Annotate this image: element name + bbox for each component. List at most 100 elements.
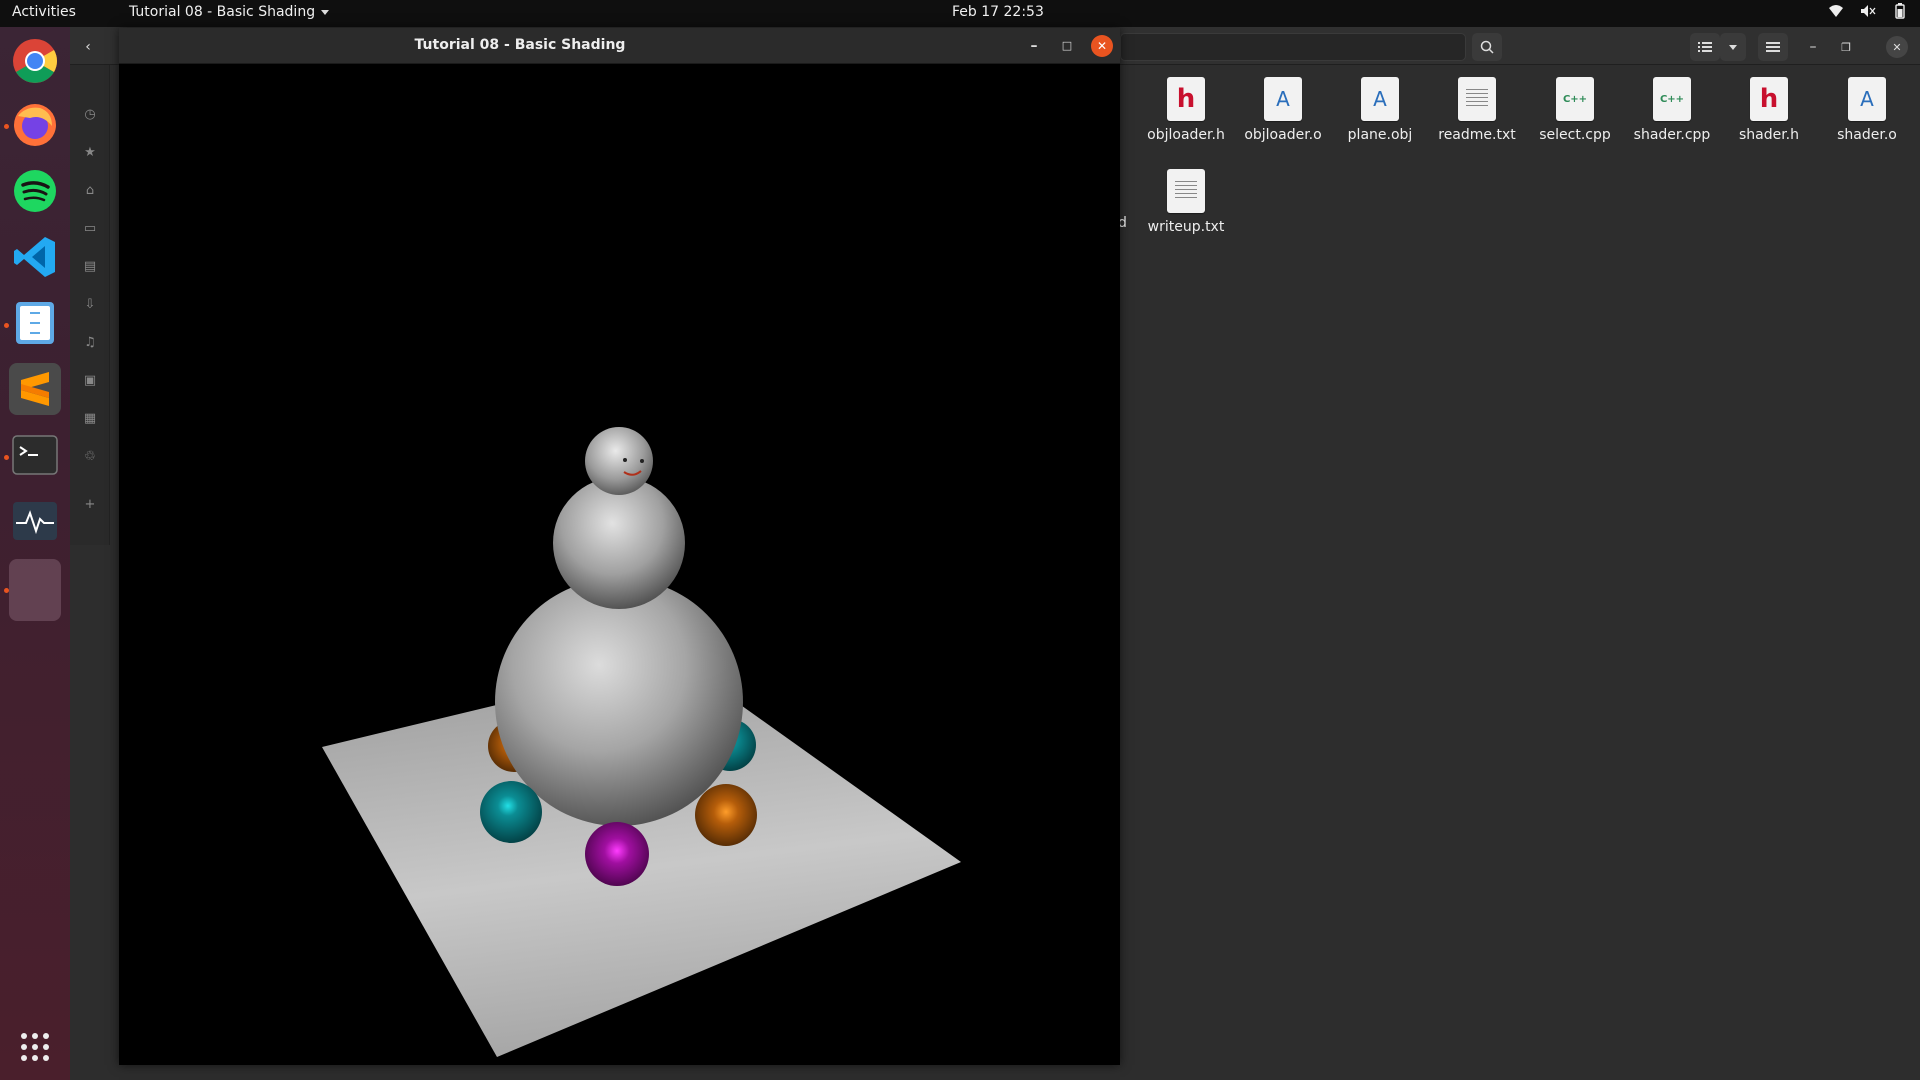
file-name: objloader.h	[1147, 127, 1225, 143]
recent-icon[interactable]: ◷	[82, 107, 98, 123]
menu-button[interactable]	[1758, 33, 1788, 61]
path-bar[interactable]	[1120, 33, 1466, 61]
sublime-text-launcher[interactable]	[9, 363, 61, 415]
orange-sphere	[695, 784, 757, 846]
maximize-button[interactable]: ❐	[1836, 33, 1856, 61]
file-name: objloader.o	[1244, 127, 1322, 143]
terminal-launcher[interactable]	[9, 429, 61, 481]
file-item[interactable]: readme.txt	[1431, 77, 1523, 143]
close-button[interactable]: ✕	[1886, 36, 1908, 58]
file-name: shader.h	[1738, 127, 1800, 143]
add-location-icon[interactable]: +	[82, 497, 98, 513]
maximize-icon: □	[1061, 39, 1073, 52]
gl-window: Tutorial 08 - Basic Shading – □ ✕	[119, 28, 1120, 1065]
close-icon: ✕	[1892, 40, 1902, 54]
chevron-down-icon	[1729, 44, 1737, 50]
battery-icon	[1895, 3, 1905, 19]
minimize-button[interactable]: –	[1024, 36, 1044, 56]
downloads-icon[interactable]: ⇩	[82, 297, 98, 313]
view-list-button[interactable]	[1690, 33, 1720, 61]
restore-icon: ❐	[1841, 40, 1851, 54]
cpp-file-icon: C++	[1556, 77, 1594, 121]
maximize-button[interactable]: □	[1057, 36, 1077, 56]
chrome-launcher[interactable]	[9, 35, 61, 87]
document-file-icon: A	[1264, 77, 1302, 121]
file-name: shader.cpp	[1633, 127, 1711, 143]
document-file-icon: A	[1361, 77, 1399, 121]
file-name: select.cpp	[1539, 127, 1611, 143]
spotify-launcher[interactable]	[9, 165, 61, 217]
files-launcher[interactable]	[9, 297, 61, 349]
chevron-left-icon: ‹	[85, 39, 91, 55]
file-item[interactable]: A plane.obj	[1334, 77, 1426, 143]
app-menu-label: Tutorial 08 - Basic Shading	[129, 4, 316, 20]
sublime-text-icon	[21, 372, 49, 406]
spotify-icon	[14, 170, 56, 212]
file-name: writeup.txt	[1147, 219, 1225, 235]
dock	[0, 27, 70, 1080]
snowman-eye	[640, 459, 644, 463]
system-monitor-icon	[13, 502, 57, 540]
wifi-icon	[1829, 5, 1843, 17]
snowman-torso	[553, 477, 685, 609]
snowman-eye	[623, 458, 627, 462]
home-icon[interactable]: ⌂	[82, 183, 98, 199]
close-icon: ✕	[1096, 39, 1108, 53]
purple-sphere	[585, 822, 649, 886]
activities-button[interactable]: Activities	[12, 4, 76, 20]
files-icon	[16, 302, 54, 344]
search-button[interactable]	[1472, 33, 1502, 61]
cpp-file-icon: C++	[1653, 77, 1691, 121]
file-item[interactable]: h shader.h	[1723, 77, 1815, 143]
system-tray[interactable]	[1828, 3, 1908, 19]
file-item[interactable]: writeup.txt	[1140, 169, 1232, 235]
pictures-icon[interactable]: ▣	[82, 373, 98, 389]
videos-icon[interactable]: ▦	[82, 411, 98, 427]
minimize-button[interactable]: –	[1803, 33, 1823, 61]
view-options-button[interactable]	[1720, 33, 1746, 61]
file-name: shader.o	[1837, 127, 1897, 143]
text-file-icon	[1458, 77, 1496, 121]
list-view-icon	[1698, 42, 1712, 52]
clock[interactable]: Feb 17 22:53	[952, 4, 1044, 20]
show-applications-button[interactable]	[9, 1022, 61, 1072]
document-file-icon: A	[1848, 77, 1886, 121]
system-monitor-launcher[interactable]	[9, 495, 61, 547]
chrome-icon	[13, 39, 57, 83]
running-app-launcher[interactable]	[9, 559, 61, 621]
back-button[interactable]: ‹	[74, 33, 102, 61]
starred-icon[interactable]: ★	[82, 145, 98, 161]
text-file-icon	[1167, 169, 1205, 213]
music-icon[interactable]: ♫	[82, 335, 98, 351]
render-viewport[interactable]	[119, 64, 1120, 1065]
file-manager-sidebar: ◷ ★ ⌂ ▭ ▤ ⇩ ♫ ▣ ▦ ♲ +	[70, 65, 110, 545]
desktop-icon[interactable]: ▭	[82, 221, 98, 237]
chevron-down-icon	[321, 9, 330, 15]
terminal-icon	[12, 435, 58, 475]
teal-sphere	[480, 781, 542, 843]
close-button[interactable]: ✕	[1091, 35, 1113, 57]
file-name: plane.obj	[1347, 127, 1413, 143]
header-file-icon: h	[1167, 77, 1205, 121]
file-item[interactable]: h objloader.h	[1140, 77, 1232, 143]
top-bar: Activities Tutorial 08 - Basic Shading F…	[0, 0, 1920, 27]
app-menu[interactable]: Tutorial 08 - Basic Shading	[129, 4, 330, 20]
file-item[interactable]: C++ select.cpp	[1529, 77, 1621, 143]
gl-window-titlebar[interactable]: Tutorial 08 - Basic Shading – □ ✕	[119, 28, 1120, 64]
vscode-launcher[interactable]	[9, 231, 61, 283]
file-item[interactable]: C++ shader.cpp	[1626, 77, 1718, 143]
gl-window-title: Tutorial 08 - Basic Shading	[414, 37, 626, 53]
file-item[interactable]: A shader.o	[1821, 77, 1913, 143]
minimize-icon: –	[1030, 38, 1038, 54]
file-name: readme.txt	[1438, 127, 1516, 143]
volume-icon	[1861, 5, 1876, 17]
minimize-icon: –	[1809, 39, 1817, 55]
file-item[interactable]: A objloader.o	[1237, 77, 1329, 143]
show-applications-icon	[21, 1033, 49, 1061]
trash-icon[interactable]: ♲	[82, 449, 98, 465]
header-file-icon: h	[1750, 77, 1788, 121]
firefox-launcher[interactable]	[9, 99, 61, 151]
documents-icon[interactable]: ▤	[82, 259, 98, 275]
snowman-base	[495, 578, 743, 826]
vscode-icon	[14, 237, 55, 277]
